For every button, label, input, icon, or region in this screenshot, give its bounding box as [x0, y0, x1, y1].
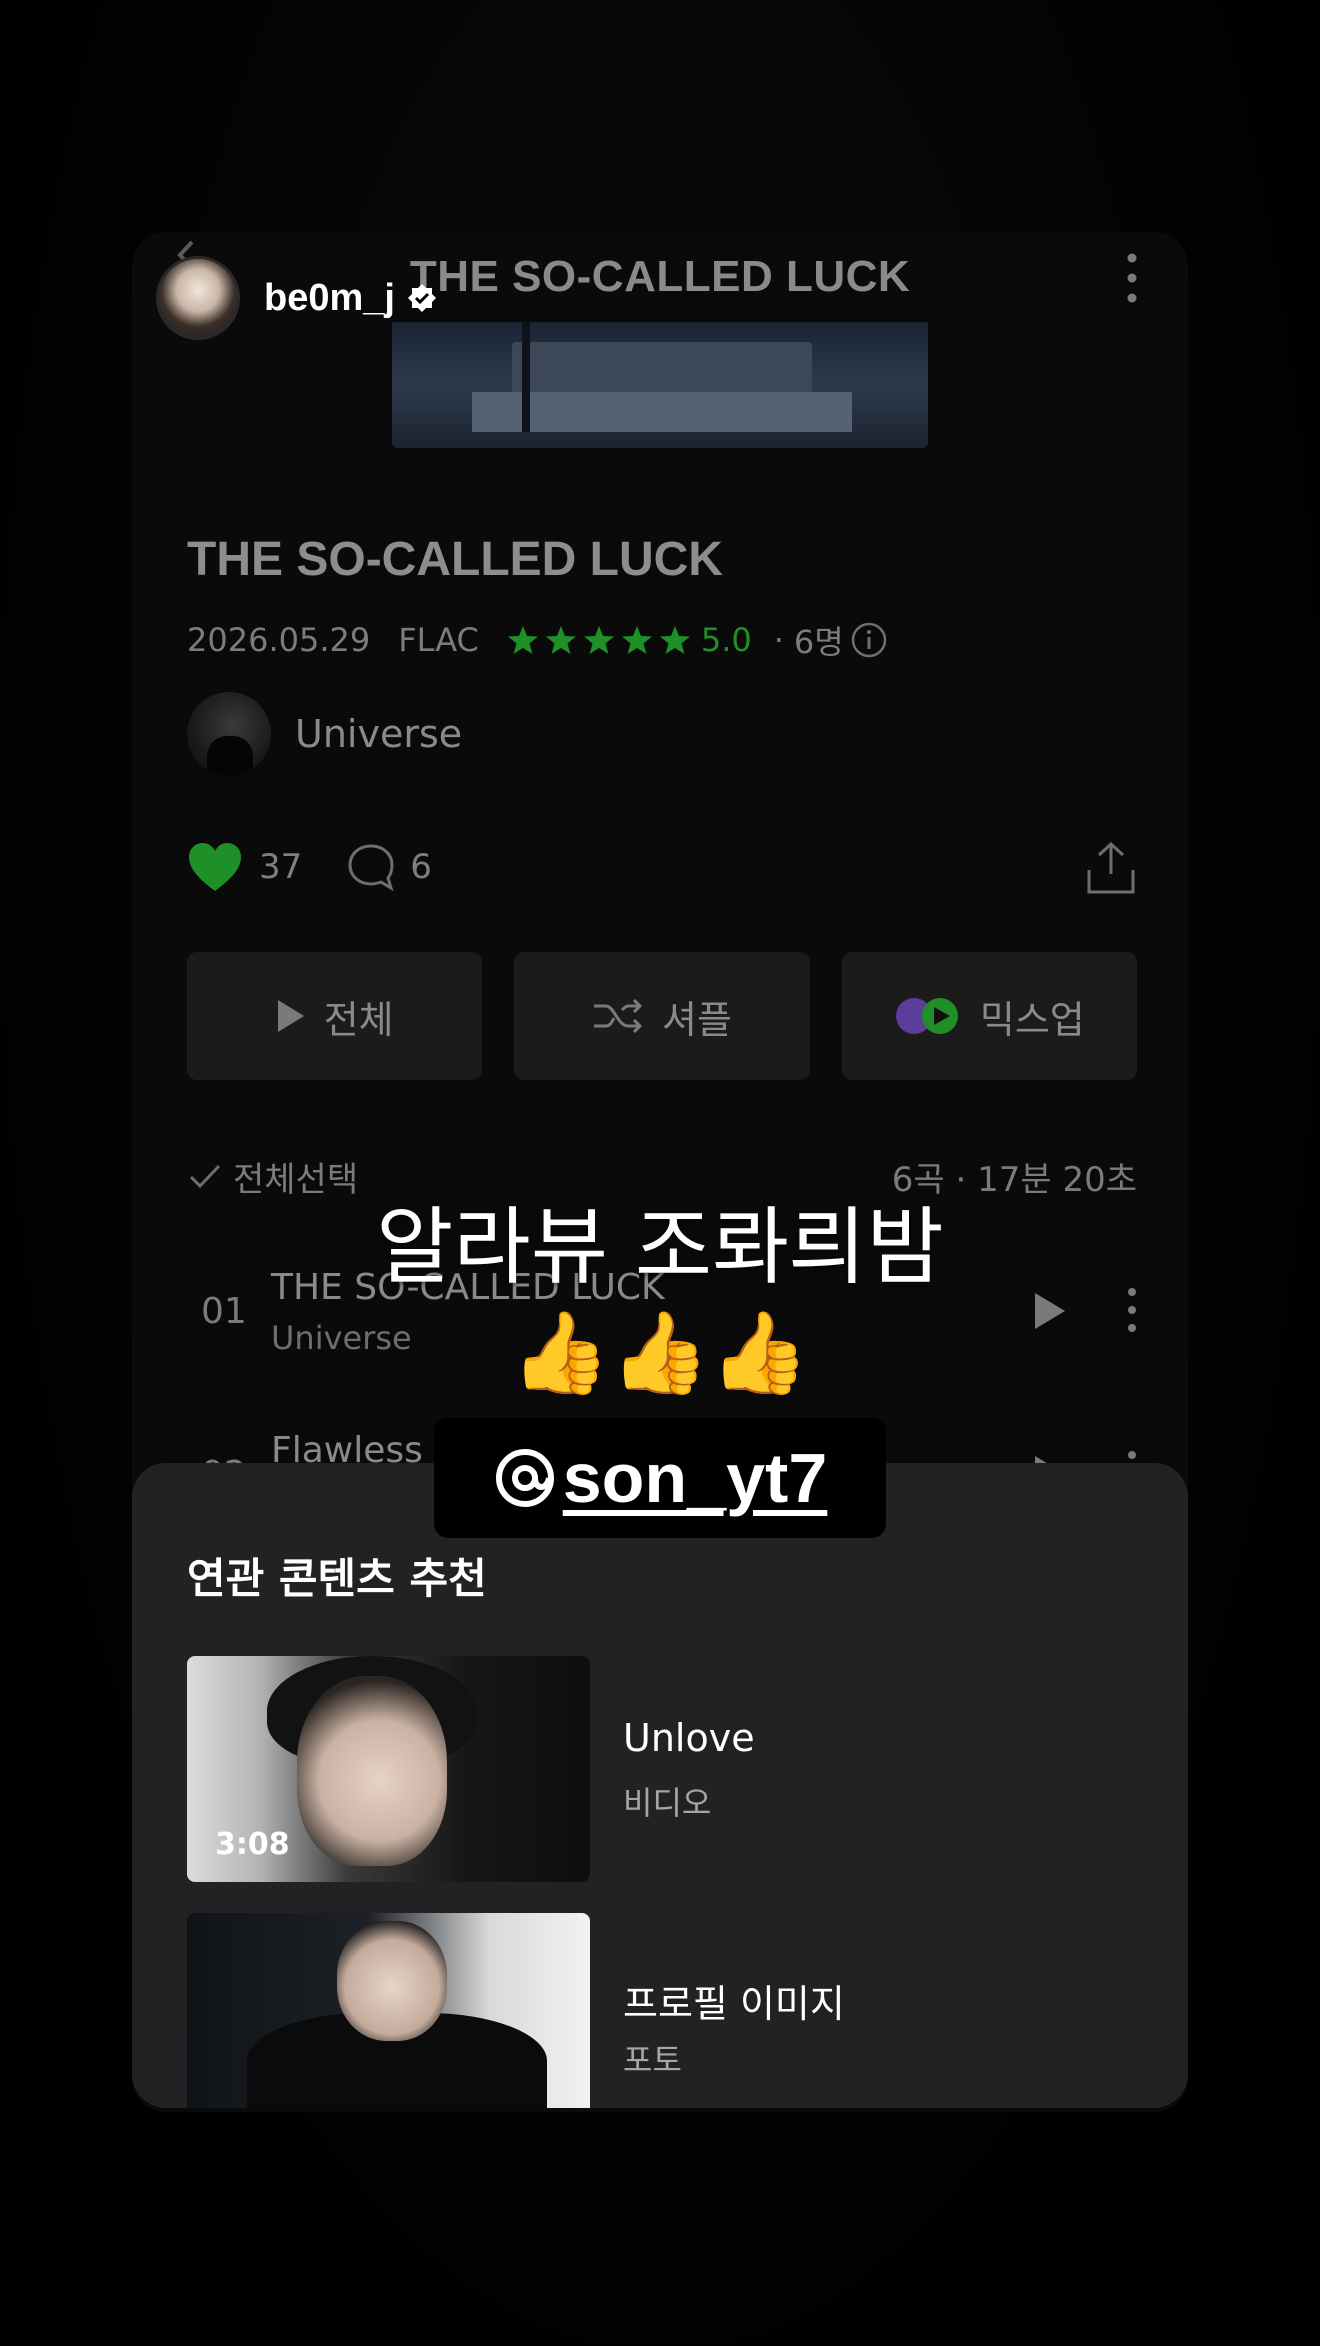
related-item[interactable]: 프로필 이미지 포토 — [187, 1913, 1137, 2108]
related-title: 연관 콘텐츠 추천 — [187, 1554, 487, 1603]
mixup-button[interactable]: 믹스업 — [841, 952, 1137, 1080]
story-username[interactable]: be0m_j — [264, 277, 395, 320]
story-header: be0m_j — [156, 256, 437, 340]
related-item-type: 포토 — [623, 2041, 682, 2079]
related-item-title: 프로필 이미지 — [623, 1982, 845, 2026]
rating-stars — [507, 624, 691, 656]
release-date: 2026.05.29 — [187, 621, 371, 659]
story-caption-text: 알라뷰 조롸릐밤 — [376, 1198, 944, 1296]
profile-avatar[interactable] — [156, 256, 240, 340]
video-thumbnail: 3:08 — [187, 1656, 590, 1882]
star-icon — [621, 626, 652, 654]
shuffle-label: 셔플 — [662, 997, 732, 1042]
star-icon — [545, 626, 576, 654]
rating-count: 6명 — [793, 623, 844, 661]
related-item-title: Unlove — [623, 1716, 755, 1760]
play-icon — [277, 1000, 304, 1032]
album-meta: 2026.05.29 FLAC 5.0 · 6명 — [187, 617, 888, 663]
album-cover — [392, 322, 928, 448]
heart-icon[interactable] — [187, 841, 243, 893]
related-item-type: 비디오 — [623, 1784, 712, 1822]
action-row: 37 6 — [187, 832, 1137, 902]
play-all-label: 전체 — [323, 997, 394, 1042]
like-count: 37 — [259, 847, 303, 887]
artist-name: Universe — [295, 712, 463, 756]
related-item[interactable]: 3:08 Unlove 비디오 — [187, 1656, 1137, 1882]
verified-badge-icon — [407, 284, 436, 312]
app-title: THE SO-CALLED LUCK — [409, 252, 911, 301]
play-all-button[interactable]: 전체 — [187, 952, 483, 1080]
star-icon — [659, 626, 690, 654]
photo-thumbnail — [187, 1913, 590, 2108]
video-duration: 3:08 — [215, 1827, 290, 1862]
comment-icon[interactable] — [346, 842, 396, 892]
more-options-icon[interactable] — [1126, 250, 1138, 310]
shuffle-button[interactable]: 셔플 — [514, 952, 810, 1080]
play-buttons: 전체 셔플 믹스업 — [187, 952, 1137, 1080]
audio-format: FLAC — [398, 621, 479, 659]
separator-dot: · — [773, 621, 784, 659]
artist-avatar — [187, 692, 271, 776]
related-content-sheet: 연관 콘텐츠 추천 3:08 Unlove 비디오 프로필 이미지 포토 — [132, 1463, 1188, 2108]
mention-username: son_yt7 — [562, 1439, 828, 1517]
comment-count: 6 — [410, 847, 432, 887]
mention-sticker[interactable]: son_yt7 — [434, 1418, 886, 1538]
share-icon[interactable] — [1085, 840, 1137, 896]
album-title: THE SO-CALLED LUCK — [187, 533, 723, 586]
artist-row[interactable]: Universe — [187, 692, 462, 776]
mixup-icon — [895, 998, 958, 1034]
rating-value: 5.0 — [700, 621, 752, 659]
threads-icon — [495, 1449, 554, 1507]
info-icon[interactable] — [850, 621, 888, 659]
mixup-label: 믹스업 — [979, 997, 1085, 1042]
star-icon — [583, 626, 614, 654]
shuffle-icon — [594, 998, 643, 1034]
story-caption-emoji: 👍👍👍 — [510, 1306, 810, 1399]
star-icon — [507, 626, 538, 654]
